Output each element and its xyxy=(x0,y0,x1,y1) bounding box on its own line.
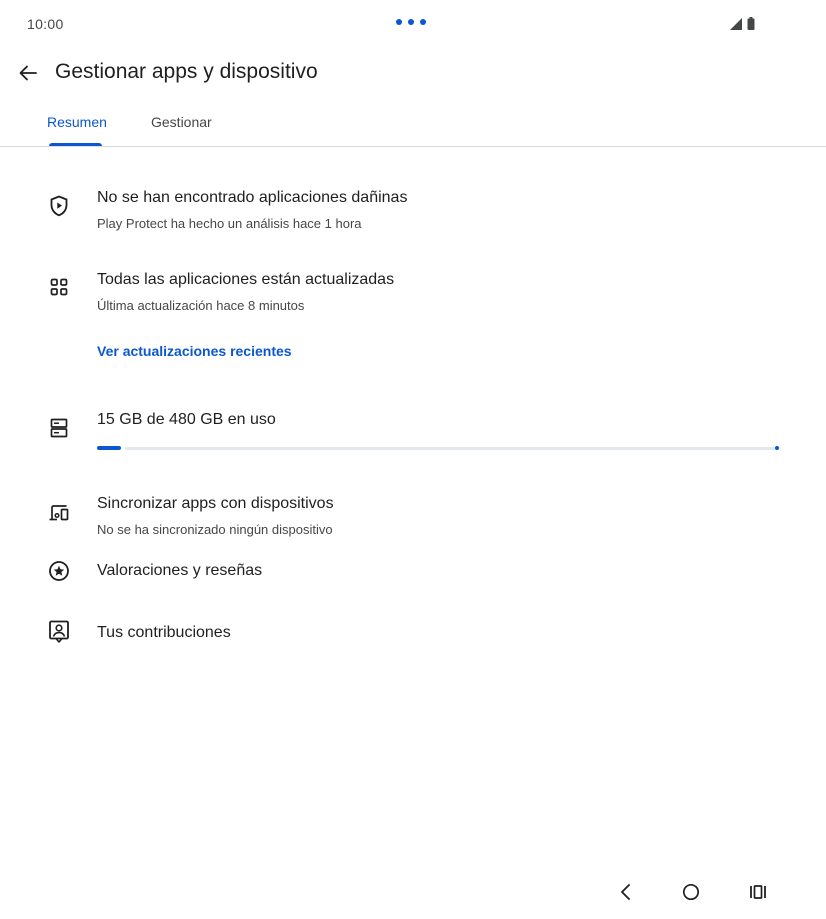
storage-end-dot xyxy=(775,446,779,450)
status-dot xyxy=(420,19,426,25)
contributions-row[interactable]: Tus contribuciones xyxy=(0,618,826,650)
tab-bar: Resumen Gestionar xyxy=(0,100,826,147)
back-button[interactable] xyxy=(14,59,42,87)
play-store-manage-screen: 10:00 Gestionar apps y dispositivo Resum… xyxy=(0,0,826,919)
updates-row[interactable]: Todas las aplicaciones están actualizada… xyxy=(0,262,826,324)
nav-back-button[interactable] xyxy=(612,878,640,906)
sync-title: Sincronizar apps con dispositivos xyxy=(97,495,334,512)
status-bar: 10:00 xyxy=(0,0,826,48)
storage-fill xyxy=(97,446,121,450)
app-bar: Gestionar apps y dispositivo xyxy=(0,48,826,98)
account-box-icon xyxy=(47,620,71,644)
sync-devices-row[interactable]: Sincronizar apps con dispositivos No se … xyxy=(0,486,826,546)
signal-icon xyxy=(730,18,742,30)
ratings-reviews-row[interactable]: Valoraciones y reseñas xyxy=(0,556,826,588)
shield-play-icon xyxy=(47,194,71,218)
updates-subtitle: Última actualización hace 8 minutos xyxy=(97,298,305,313)
apps-grid-icon xyxy=(47,275,71,299)
recent-updates-link[interactable]: Ver actualizaciones recientes xyxy=(97,343,292,359)
storage-row[interactable]: 15 GB de 480 GB en uso xyxy=(0,402,826,462)
storage-track xyxy=(125,447,775,450)
nav-recents-button[interactable] xyxy=(744,878,772,906)
play-protect-row[interactable]: No se han encontrado aplicaciones dañina… xyxy=(0,180,826,242)
home-circle-icon xyxy=(682,883,700,901)
recents-icon xyxy=(750,885,766,899)
status-dot xyxy=(396,19,402,25)
updates-title: Todas las aplicaciones están actualizada… xyxy=(97,271,395,288)
star-circle-icon xyxy=(47,559,71,583)
page-title: Gestionar apps y dispositivo xyxy=(55,60,318,83)
status-time: 10:00 xyxy=(27,16,64,32)
sync-subtitle: No se ha sincronizado ningún dispositivo xyxy=(97,522,333,537)
status-dot xyxy=(408,19,414,25)
system-nav-bar xyxy=(0,868,826,916)
devices-icon xyxy=(47,501,71,525)
arrow-back-icon xyxy=(19,65,37,81)
tab-resumen[interactable]: Resumen xyxy=(47,114,107,130)
storage-title: 15 GB de 480 GB en uso xyxy=(97,411,276,428)
contributions-title: Tus contribuciones xyxy=(97,624,231,641)
chevron-left-icon xyxy=(621,884,630,900)
tab-gestionar[interactable]: Gestionar xyxy=(151,114,212,130)
tab-indicator xyxy=(49,143,102,146)
protect-subtitle: Play Protect ha hecho un análisis hace 1… xyxy=(97,216,362,231)
status-icons xyxy=(730,17,755,30)
storage-icon xyxy=(47,416,71,440)
protect-title: No se han encontrado aplicaciones dañina… xyxy=(97,189,408,206)
battery-icon xyxy=(747,17,755,30)
status-dots xyxy=(396,19,426,25)
ratings-title: Valoraciones y reseñas xyxy=(97,562,263,579)
storage-progress-bar xyxy=(97,446,779,450)
nav-home-button[interactable] xyxy=(677,878,705,906)
